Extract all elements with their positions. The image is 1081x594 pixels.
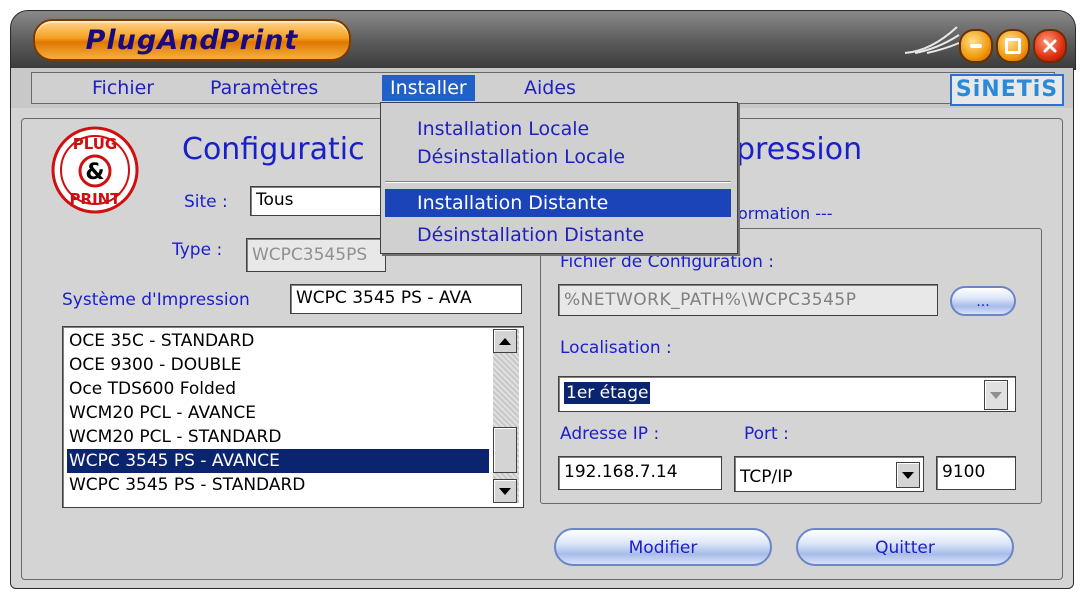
systeme-label: Système d'Impression <box>62 290 250 310</box>
brand-logo: SiNETiS <box>950 74 1064 106</box>
menu-fichier[interactable]: Fichier <box>84 75 162 101</box>
menu-installer[interactable]: Installer <box>382 75 475 101</box>
menu-item-installation-locale[interactable]: Installation Locale <box>385 115 731 143</box>
minimize-icon <box>970 44 982 48</box>
title-bar[interactable]: PlugAndPrint <box>10 10 1076 70</box>
quitter-button[interactable]: Quitter <box>796 528 1014 566</box>
site-field[interactable]: Tous <box>250 186 384 216</box>
ip-label: Adresse IP : <box>560 424 660 444</box>
localisation-dropdown-button[interactable] <box>984 380 1008 410</box>
logo-plug: PLUG <box>73 135 118 153</box>
plug-and-print-logo-icon: & PLUG PRINT <box>51 126 139 214</box>
fichier-field[interactable]: %NETWORK_PATH%\WCPC3545P <box>558 284 938 316</box>
list-item[interactable]: Oce TDS600 Folded <box>67 377 489 401</box>
scroll-down-button[interactable] <box>493 479 517 503</box>
list-item[interactable]: OCE 35C - STANDARD <box>67 329 489 353</box>
scroll-thumb[interactable] <box>493 427 517 473</box>
browse-button[interactable]: ... <box>950 286 1016 316</box>
list-item[interactable]: OCE 9300 - DOUBLE <box>67 353 489 377</box>
list-item-selected[interactable]: WCPC 3545 PS - AVANCE <box>67 449 489 473</box>
close-icon <box>1043 39 1057 53</box>
installer-dropdown-menu: Installation Locale Désinstallation Loca… <box>380 102 738 254</box>
localisation-label: Localisation : <box>560 338 672 358</box>
maximize-button[interactable] <box>996 29 1030 63</box>
scroll-up-button[interactable] <box>493 329 517 353</box>
logo-print: PRINT <box>70 190 122 208</box>
menu-separator <box>385 181 731 183</box>
port-number-field[interactable]: 9100 <box>936 456 1016 490</box>
decorative-lines-icon <box>904 26 960 54</box>
list-scrollbar[interactable] <box>493 329 519 503</box>
config-title-right: pression <box>736 132 863 167</box>
title-badge: PlugAndPrint <box>33 19 351 61</box>
port-type-dropdown-button[interactable] <box>896 462 920 488</box>
type-field[interactable]: WCPC3545PS <box>246 238 386 272</box>
maximize-icon <box>1005 38 1021 54</box>
logo-ampersand: & <box>85 160 104 185</box>
type-label: Type : <box>172 240 223 260</box>
list-item[interactable]: WCM20 PCL - STANDARD <box>67 425 489 449</box>
arrow-down-icon <box>499 487 511 495</box>
menu-item-desinstallation-distante[interactable]: Désinstallation Distante <box>385 221 731 249</box>
window-title: PlugAndPrint <box>85 25 299 56</box>
systeme-field[interactable]: WCPC 3545 PS - AVA <box>290 284 522 314</box>
config-title-left: Configuratic <box>182 132 365 167</box>
list-item[interactable]: WCPC 3545 PS - STANDARD <box>67 473 489 497</box>
site-label: Site : <box>184 192 228 212</box>
port-label: Port : <box>744 424 789 444</box>
modifier-button[interactable]: Modifier <box>554 528 772 566</box>
info-legend: ormation --- <box>738 204 833 223</box>
menu-bar-inner: Fichier Paramètres Installer Aides SiNET… <box>31 72 1064 106</box>
menu-item-desinstallation-locale[interactable]: Désinstallation Locale <box>385 143 731 171</box>
close-button[interactable] <box>1033 29 1067 63</box>
menu-parametres[interactable]: Paramètres <box>202 75 326 101</box>
list-item[interactable]: WCM20 PCL - AVANCE <box>67 401 489 425</box>
minimize-button[interactable] <box>959 29 993 63</box>
chevron-down-icon <box>990 391 1002 399</box>
chevron-down-icon <box>902 471 914 479</box>
menu-aides[interactable]: Aides <box>516 75 584 101</box>
arrow-up-icon <box>499 337 511 345</box>
printer-list[interactable]: OCE 35C - STANDARD OCE 9300 - DOUBLE Oce… <box>62 326 524 508</box>
ip-field[interactable]: 192.168.7.14 <box>558 456 722 490</box>
localisation-value: 1er étage <box>564 382 651 404</box>
localisation-field[interactable]: 1er étage <box>558 376 1016 412</box>
fichier-label: Fichier de Configuration : <box>560 252 775 272</box>
menu-item-installation-distante[interactable]: Installation Distante <box>385 189 731 217</box>
